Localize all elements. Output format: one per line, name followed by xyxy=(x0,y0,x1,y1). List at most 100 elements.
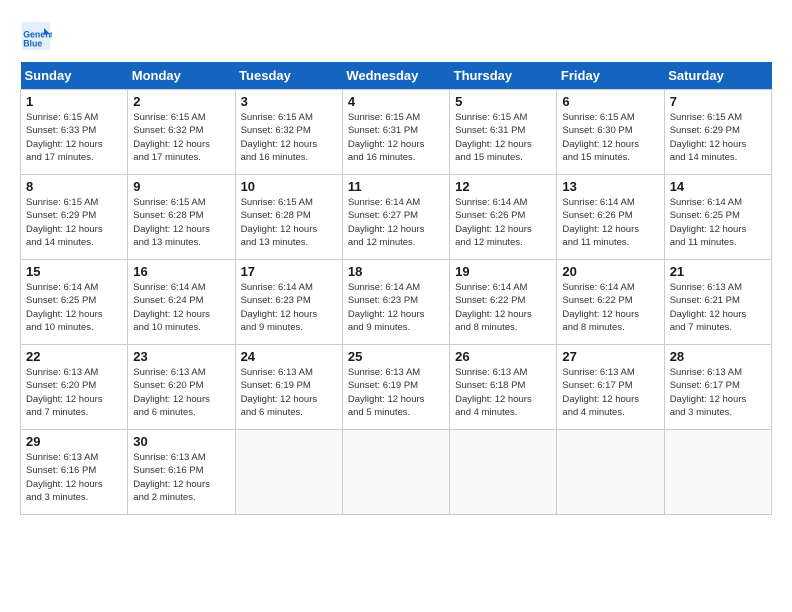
day-number: 4 xyxy=(348,94,444,109)
day-info: Sunrise: 6:13 AM Sunset: 6:17 PM Dayligh… xyxy=(670,366,766,419)
day-number: 26 xyxy=(455,349,551,364)
day-number: 12 xyxy=(455,179,551,194)
day-number: 28 xyxy=(670,349,766,364)
day-number: 18 xyxy=(348,264,444,279)
calendar-cell: 20 Sunrise: 6:14 AM Sunset: 6:22 PM Dayl… xyxy=(557,260,664,345)
calendar-cell xyxy=(664,430,771,515)
calendar-cell: 25 Sunrise: 6:13 AM Sunset: 6:19 PM Dayl… xyxy=(342,345,449,430)
day-number: 16 xyxy=(133,264,229,279)
calendar-cell: 26 Sunrise: 6:13 AM Sunset: 6:18 PM Dayl… xyxy=(450,345,557,430)
day-header-tuesday: Tuesday xyxy=(235,62,342,90)
svg-text:Blue: Blue xyxy=(23,38,42,48)
calendar-cell: 18 Sunrise: 6:14 AM Sunset: 6:23 PM Dayl… xyxy=(342,260,449,345)
calendar-cell: 10 Sunrise: 6:15 AM Sunset: 6:28 PM Dayl… xyxy=(235,175,342,260)
day-info: Sunrise: 6:14 AM Sunset: 6:23 PM Dayligh… xyxy=(348,281,444,334)
day-info: Sunrise: 6:14 AM Sunset: 6:25 PM Dayligh… xyxy=(670,196,766,249)
calendar-cell xyxy=(235,430,342,515)
day-number: 1 xyxy=(26,94,122,109)
day-info: Sunrise: 6:13 AM Sunset: 6:19 PM Dayligh… xyxy=(241,366,337,419)
calendar-week-1: 1 Sunrise: 6:15 AM Sunset: 6:33 PM Dayli… xyxy=(21,90,772,175)
calendar-week-3: 15 Sunrise: 6:14 AM Sunset: 6:25 PM Dayl… xyxy=(21,260,772,345)
calendar-cell: 21 Sunrise: 6:13 AM Sunset: 6:21 PM Dayl… xyxy=(664,260,771,345)
day-header-monday: Monday xyxy=(128,62,235,90)
day-info: Sunrise: 6:14 AM Sunset: 6:24 PM Dayligh… xyxy=(133,281,229,334)
day-header-sunday: Sunday xyxy=(21,62,128,90)
day-header-wednesday: Wednesday xyxy=(342,62,449,90)
day-info: Sunrise: 6:15 AM Sunset: 6:32 PM Dayligh… xyxy=(241,111,337,164)
calendar-cell: 14 Sunrise: 6:14 AM Sunset: 6:25 PM Dayl… xyxy=(664,175,771,260)
day-number: 6 xyxy=(562,94,658,109)
day-info: Sunrise: 6:15 AM Sunset: 6:32 PM Dayligh… xyxy=(133,111,229,164)
day-info: Sunrise: 6:15 AM Sunset: 6:30 PM Dayligh… xyxy=(562,111,658,164)
calendar-table: SundayMondayTuesdayWednesdayThursdayFrid… xyxy=(20,62,772,515)
day-info: Sunrise: 6:14 AM Sunset: 6:23 PM Dayligh… xyxy=(241,281,337,334)
day-number: 15 xyxy=(26,264,122,279)
day-info: Sunrise: 6:13 AM Sunset: 6:16 PM Dayligh… xyxy=(133,451,229,504)
day-info: Sunrise: 6:15 AM Sunset: 6:31 PM Dayligh… xyxy=(348,111,444,164)
day-number: 14 xyxy=(670,179,766,194)
day-info: Sunrise: 6:13 AM Sunset: 6:20 PM Dayligh… xyxy=(133,366,229,419)
day-info: Sunrise: 6:13 AM Sunset: 6:19 PM Dayligh… xyxy=(348,366,444,419)
day-number: 2 xyxy=(133,94,229,109)
calendar-cell xyxy=(450,430,557,515)
calendar-cell: 22 Sunrise: 6:13 AM Sunset: 6:20 PM Dayl… xyxy=(21,345,128,430)
logo: General Blue xyxy=(20,20,56,52)
calendar-cell: 8 Sunrise: 6:15 AM Sunset: 6:29 PM Dayli… xyxy=(21,175,128,260)
day-number: 17 xyxy=(241,264,337,279)
calendar-cell: 4 Sunrise: 6:15 AM Sunset: 6:31 PM Dayli… xyxy=(342,90,449,175)
calendar-cell: 27 Sunrise: 6:13 AM Sunset: 6:17 PM Dayl… xyxy=(557,345,664,430)
day-number: 30 xyxy=(133,434,229,449)
calendar-cell: 28 Sunrise: 6:13 AM Sunset: 6:17 PM Dayl… xyxy=(664,345,771,430)
calendar-cell: 17 Sunrise: 6:14 AM Sunset: 6:23 PM Dayl… xyxy=(235,260,342,345)
calendar-cell xyxy=(342,430,449,515)
day-info: Sunrise: 6:14 AM Sunset: 6:26 PM Dayligh… xyxy=(562,196,658,249)
calendar-cell xyxy=(557,430,664,515)
calendar-cell: 15 Sunrise: 6:14 AM Sunset: 6:25 PM Dayl… xyxy=(21,260,128,345)
day-number: 9 xyxy=(133,179,229,194)
calendar-cell: 5 Sunrise: 6:15 AM Sunset: 6:31 PM Dayli… xyxy=(450,90,557,175)
day-number: 13 xyxy=(562,179,658,194)
calendar-cell: 30 Sunrise: 6:13 AM Sunset: 6:16 PM Dayl… xyxy=(128,430,235,515)
calendar-cell: 12 Sunrise: 6:14 AM Sunset: 6:26 PM Dayl… xyxy=(450,175,557,260)
day-number: 3 xyxy=(241,94,337,109)
day-info: Sunrise: 6:14 AM Sunset: 6:22 PM Dayligh… xyxy=(455,281,551,334)
day-header-saturday: Saturday xyxy=(664,62,771,90)
calendar-cell: 6 Sunrise: 6:15 AM Sunset: 6:30 PM Dayli… xyxy=(557,90,664,175)
calendar-week-5: 29 Sunrise: 6:13 AM Sunset: 6:16 PM Dayl… xyxy=(21,430,772,515)
page-header: General Blue xyxy=(20,20,772,52)
day-header-thursday: Thursday xyxy=(450,62,557,90)
day-number: 7 xyxy=(670,94,766,109)
day-number: 11 xyxy=(348,179,444,194)
calendar-cell: 13 Sunrise: 6:14 AM Sunset: 6:26 PM Dayl… xyxy=(557,175,664,260)
calendar-cell: 1 Sunrise: 6:15 AM Sunset: 6:33 PM Dayli… xyxy=(21,90,128,175)
calendar-cell: 16 Sunrise: 6:14 AM Sunset: 6:24 PM Dayl… xyxy=(128,260,235,345)
calendar-cell: 11 Sunrise: 6:14 AM Sunset: 6:27 PM Dayl… xyxy=(342,175,449,260)
day-number: 23 xyxy=(133,349,229,364)
day-number: 20 xyxy=(562,264,658,279)
day-number: 10 xyxy=(241,179,337,194)
calendar-cell: 2 Sunrise: 6:15 AM Sunset: 6:32 PM Dayli… xyxy=(128,90,235,175)
day-info: Sunrise: 6:15 AM Sunset: 6:28 PM Dayligh… xyxy=(133,196,229,249)
day-info: Sunrise: 6:14 AM Sunset: 6:26 PM Dayligh… xyxy=(455,196,551,249)
day-number: 24 xyxy=(241,349,337,364)
day-info: Sunrise: 6:15 AM Sunset: 6:29 PM Dayligh… xyxy=(670,111,766,164)
day-info: Sunrise: 6:13 AM Sunset: 6:21 PM Dayligh… xyxy=(670,281,766,334)
day-info: Sunrise: 6:15 AM Sunset: 6:33 PM Dayligh… xyxy=(26,111,122,164)
calendar-cell: 9 Sunrise: 6:15 AM Sunset: 6:28 PM Dayli… xyxy=(128,175,235,260)
day-info: Sunrise: 6:14 AM Sunset: 6:22 PM Dayligh… xyxy=(562,281,658,334)
calendar-week-4: 22 Sunrise: 6:13 AM Sunset: 6:20 PM Dayl… xyxy=(21,345,772,430)
day-number: 27 xyxy=(562,349,658,364)
calendar-cell: 3 Sunrise: 6:15 AM Sunset: 6:32 PM Dayli… xyxy=(235,90,342,175)
day-header-friday: Friday xyxy=(557,62,664,90)
day-info: Sunrise: 6:14 AM Sunset: 6:25 PM Dayligh… xyxy=(26,281,122,334)
day-number: 25 xyxy=(348,349,444,364)
day-info: Sunrise: 6:15 AM Sunset: 6:31 PM Dayligh… xyxy=(455,111,551,164)
day-info: Sunrise: 6:13 AM Sunset: 6:16 PM Dayligh… xyxy=(26,451,122,504)
calendar-cell: 19 Sunrise: 6:14 AM Sunset: 6:22 PM Dayl… xyxy=(450,260,557,345)
day-info: Sunrise: 6:13 AM Sunset: 6:17 PM Dayligh… xyxy=(562,366,658,419)
day-info: Sunrise: 6:13 AM Sunset: 6:20 PM Dayligh… xyxy=(26,366,122,419)
calendar-cell: 23 Sunrise: 6:13 AM Sunset: 6:20 PM Dayl… xyxy=(128,345,235,430)
day-info: Sunrise: 6:14 AM Sunset: 6:27 PM Dayligh… xyxy=(348,196,444,249)
day-info: Sunrise: 6:15 AM Sunset: 6:28 PM Dayligh… xyxy=(241,196,337,249)
day-number: 21 xyxy=(670,264,766,279)
